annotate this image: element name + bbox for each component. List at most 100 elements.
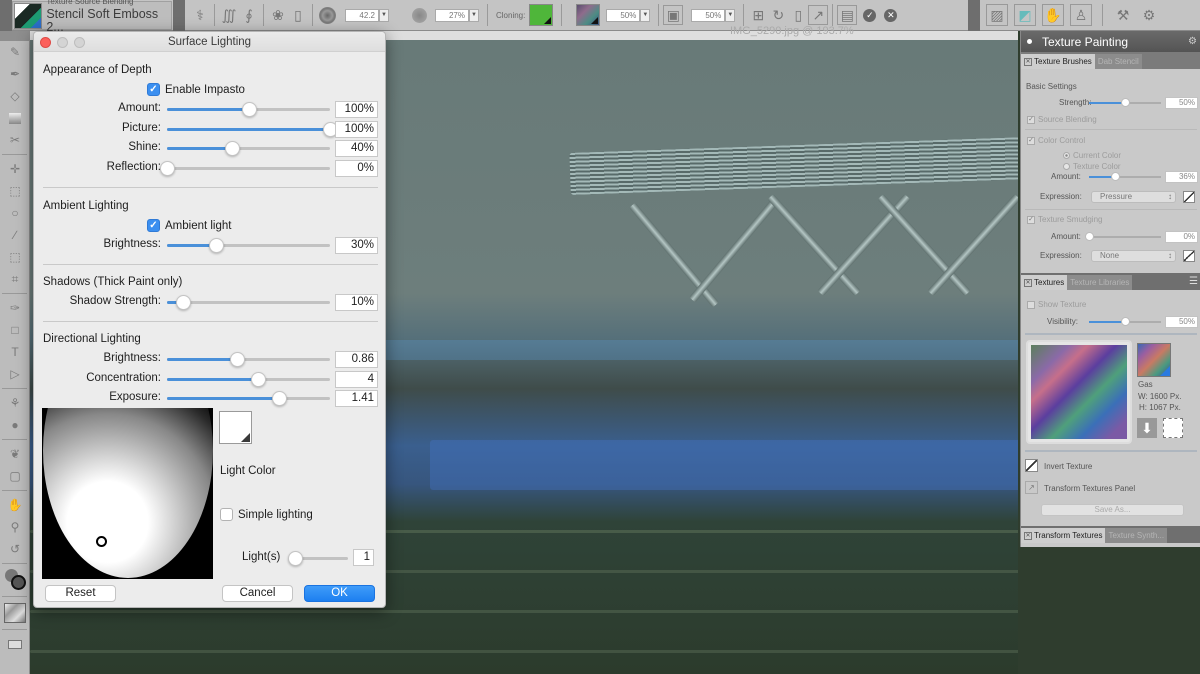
opacity-circle-icon[interactable] <box>409 5 429 25</box>
texture-color-radio[interactable]: Texture Color <box>1063 162 1121 171</box>
brush-selector[interactable]: Texture Source Blending Stencil Soft Emb… <box>12 0 172 33</box>
layer-amount-dropdown[interactable]: ▼ <box>725 8 736 22</box>
layer-amount-field[interactable]: 50% <box>691 8 726 22</box>
texture-preview[interactable] <box>1026 340 1132 444</box>
dropper-tool-icon[interactable]: ✒ <box>0 63 30 85</box>
light-direction-sphere[interactable] <box>42 408 213 579</box>
opacity-dropdown[interactable]: ▼ <box>469 8 479 22</box>
paint-bucket-icon[interactable]: ◇ <box>0 85 30 107</box>
panel-header[interactable]: Texture Painting ⚙ <box>1021 31 1200 52</box>
clone-source-icon[interactable] <box>529 4 554 26</box>
concentration-value[interactable]: 4 <box>335 371 378 388</box>
shadow-strength-value[interactable]: 10% <box>335 294 378 311</box>
ts-amount-value[interactable]: 0% <box>1165 231 1198 243</box>
tab-transform-textures[interactable]: ✕ Transform Textures <box>1021 528 1106 543</box>
gradient-tool-icon[interactable] <box>0 107 30 129</box>
directional-brightness-slider[interactable] <box>167 352 330 367</box>
visibility-slider[interactable] <box>1089 317 1161 326</box>
pen-tool-icon[interactable]: ✑ <box>0 297 30 319</box>
capture-texture-icon[interactable] <box>1163 418 1183 438</box>
stamp-icon[interactable]: ♙ <box>1070 4 1092 26</box>
shape-tool-icon[interactable]: □ <box>0 319 30 341</box>
invert-texture-label[interactable]: Invert Texture <box>1044 462 1092 471</box>
close-tab-icon[interactable]: ✕ <box>1024 57 1032 66</box>
stroke-alt-icon[interactable]: ∮ <box>239 5 259 25</box>
shine-value[interactable]: 40% <box>335 140 378 157</box>
dab-icon[interactable]: ❀ <box>268 5 288 25</box>
panel-image-icon[interactable]: ▨ <box>986 4 1008 26</box>
shape-selection-icon[interactable]: ▷ <box>0 363 30 385</box>
shine-slider[interactable] <box>167 141 330 156</box>
light-position-handle[interactable] <box>96 536 107 547</box>
save-as-button[interactable]: Save As... <box>1041 504 1184 516</box>
transform-textures-label[interactable]: Transform Textures Panel <box>1044 484 1135 493</box>
texture-smudging-checkbox[interactable]: ✓ Texture Smudging <box>1027 215 1102 224</box>
grabber-tool-icon[interactable]: ✋ <box>0 494 30 516</box>
ambient-brightness-value[interactable]: 30% <box>335 237 378 254</box>
selection-adjuster-icon[interactable]: ⬚ <box>0 246 30 268</box>
invert-expression-icon[interactable] <box>1183 250 1195 262</box>
current-color-radio[interactable]: Current Color <box>1063 151 1121 160</box>
amount-value[interactable]: 100% <box>335 101 378 118</box>
shadow-strength-slider[interactable] <box>167 295 330 310</box>
eraser-tool-icon[interactable]: ✂ <box>0 129 30 151</box>
simple-lighting-checkbox[interactable]: Simple lighting <box>220 508 313 521</box>
resize-icon[interactable]: ↗ <box>808 5 829 25</box>
color-swatches-icon[interactable] <box>0 567 30 593</box>
show-texture-checkbox[interactable]: Show Texture <box>1027 300 1086 309</box>
ts-expression-select[interactable]: None <box>1091 250 1176 262</box>
lights-slider[interactable] <box>288 551 348 566</box>
cc-expression-select[interactable]: Pressure <box>1091 191 1176 203</box>
ambient-light-checkbox[interactable]: ✓ Ambient light <box>147 219 231 232</box>
ok-button[interactable]: OK <box>304 585 375 602</box>
close-icon[interactable] <box>40 37 51 48</box>
perspective-icon[interactable]: ▢ <box>0 465 30 487</box>
stroke-icon[interactable]: ∭ <box>219 5 239 25</box>
reflection-value[interactable]: 0% <box>335 160 378 177</box>
move-tool-icon[interactable]: ✛ <box>0 158 30 180</box>
brush-tool-icon[interactable]: ✎ <box>0 41 30 63</box>
light-color-swatch[interactable] <box>219 411 252 444</box>
lasso-icon[interactable]: ○ <box>0 202 30 224</box>
texture-library-thumb[interactable] <box>1137 343 1171 377</box>
size-dropdown[interactable]: ▼ <box>379 8 389 22</box>
concentration-slider[interactable] <box>167 372 330 387</box>
texture-amount-field[interactable]: 50% <box>606 8 641 22</box>
amount-slider[interactable] <box>167 102 330 117</box>
directional-brightness-value[interactable]: 0.86 <box>335 351 378 368</box>
layer-icon[interactable]: ▣ <box>663 5 684 25</box>
strength-value[interactable]: 50% <box>1165 97 1198 109</box>
gear-icon[interactable]: ⚙ <box>1139 5 1159 25</box>
picture-slider[interactable] <box>167 122 338 137</box>
screen-mode-icon[interactable] <box>0 633 30 655</box>
enable-impasto-checkbox[interactable]: ✓ Enable Impasto <box>147 83 245 96</box>
magnifier-icon[interactable]: ⚲ <box>0 516 30 538</box>
close-tab-icon[interactable]: ✕ <box>1024 278 1032 287</box>
tab-dab-stencil[interactable]: Dab Stencil <box>1094 54 1142 69</box>
strength-slider[interactable] <box>1089 98 1161 107</box>
cancel-button[interactable]: Cancel <box>222 585 293 602</box>
tab-texture-libraries[interactable]: Texture Libraries <box>1067 275 1133 290</box>
invert-texture-icon[interactable] <box>1025 459 1038 472</box>
cloner-tool-icon[interactable]: ⚘ <box>0 392 30 414</box>
source-blending-checkbox[interactable]: ✓ Source Blending <box>1027 115 1097 124</box>
import-texture-icon[interactable]: ⬇ <box>1137 418 1157 438</box>
reset-button[interactable]: Reset <box>45 585 116 602</box>
reflection-slider[interactable] <box>160 161 330 176</box>
tab-textures[interactable]: ✕ Textures <box>1021 275 1068 290</box>
panel-menu-icon[interactable]: ☰ <box>1189 276 1198 287</box>
dialog-titlebar[interactable]: Surface Lighting <box>34 32 385 52</box>
tab-texture-synth[interactable]: Texture Synth... <box>1105 528 1168 543</box>
mirror-tool-icon[interactable]: ❦ <box>0 443 30 465</box>
cc-amount-value[interactable]: 36% <box>1165 171 1198 183</box>
rubber-stamp-icon[interactable]: ● <box>0 414 30 436</box>
brush-tracking-icon[interactable]: ⚕ <box>190 5 210 25</box>
paper-swatch-icon[interactable] <box>0 600 30 626</box>
exposure-value[interactable]: 1.41 <box>335 390 378 407</box>
rect-select-icon[interactable]: ⬚ <box>0 180 30 202</box>
transform-textures-icon[interactable]: ↗ <box>1025 481 1038 494</box>
ts-amount-slider[interactable] <box>1085 232 1161 241</box>
texture-amount-dropdown[interactable]: ▼ <box>640 8 651 22</box>
visibility-value[interactable]: 50% <box>1165 316 1198 328</box>
size-field[interactable]: 42.2 <box>345 8 379 22</box>
